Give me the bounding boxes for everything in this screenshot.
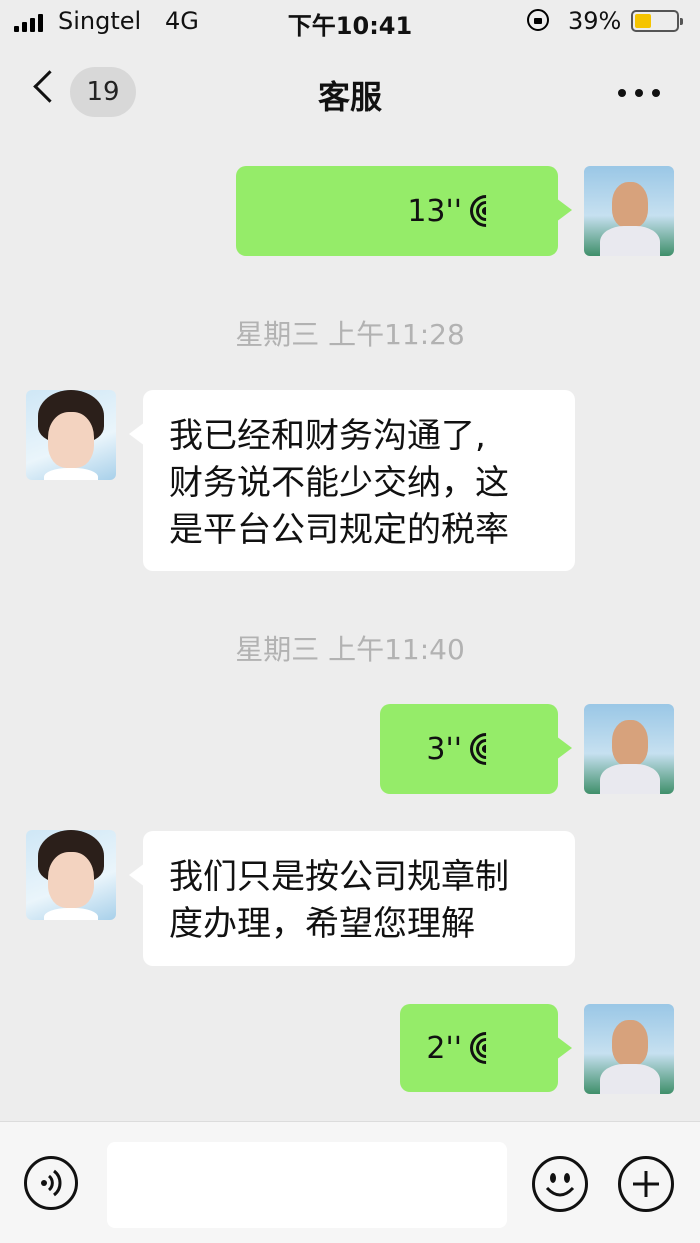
message-line: 财务说不能少交纳，这 xyxy=(169,463,509,503)
voice-wave-icon xyxy=(463,726,509,772)
user-avatar[interactable] xyxy=(584,1004,674,1094)
voice-message[interactable]: 3'' xyxy=(380,704,572,794)
chat-title: 客服 xyxy=(317,78,382,116)
message-line: 度办理，希望您理解 xyxy=(169,904,475,944)
status-bar: Singtel 4G 下午10:41 39% xyxy=(0,0,700,44)
message-line: 我们只是按公司规章制 xyxy=(169,857,509,897)
voice-message[interactable]: 13'' xyxy=(236,166,572,256)
message-line: 我已经和财务沟通了, xyxy=(169,416,486,456)
orientation-lock-icon xyxy=(527,9,549,31)
voice-message[interactable]: 2'' xyxy=(400,1004,572,1092)
emoji-icon[interactable] xyxy=(532,1156,588,1212)
more-icon[interactable] xyxy=(618,89,660,97)
voice-duration: 13'' xyxy=(407,193,462,229)
voice-duration: 3'' xyxy=(426,731,462,767)
voice-duration: 2'' xyxy=(426,1030,462,1066)
nav-bar: 19 客服 xyxy=(0,44,700,140)
voice-wave-icon xyxy=(463,1025,509,1071)
message-input[interactable] xyxy=(107,1142,507,1228)
agent-avatar[interactable] xyxy=(26,390,116,480)
text-message[interactable]: 我们只是按公司规章制 度办理，希望您理解 xyxy=(129,831,575,966)
agent-avatar[interactable] xyxy=(26,830,116,920)
timestamp: 星期三 上午11:28 xyxy=(235,318,465,351)
user-avatar[interactable] xyxy=(584,704,674,794)
voice-toggle-icon[interactable] xyxy=(24,1156,78,1210)
input-bar xyxy=(0,1121,700,1243)
plus-icon[interactable] xyxy=(618,1156,674,1212)
battery-icon xyxy=(631,10,683,32)
battery-percent: 39% xyxy=(568,7,622,35)
user-avatar[interactable] xyxy=(584,166,674,256)
message-line: 是平台公司规定的税率 xyxy=(169,510,509,550)
text-message[interactable]: 我已经和财务沟通了, 财务说不能少交纳，这 是平台公司规定的税率 xyxy=(129,390,575,571)
timestamp: 星期三 上午11:40 xyxy=(235,633,465,666)
voice-wave-icon xyxy=(463,188,509,234)
